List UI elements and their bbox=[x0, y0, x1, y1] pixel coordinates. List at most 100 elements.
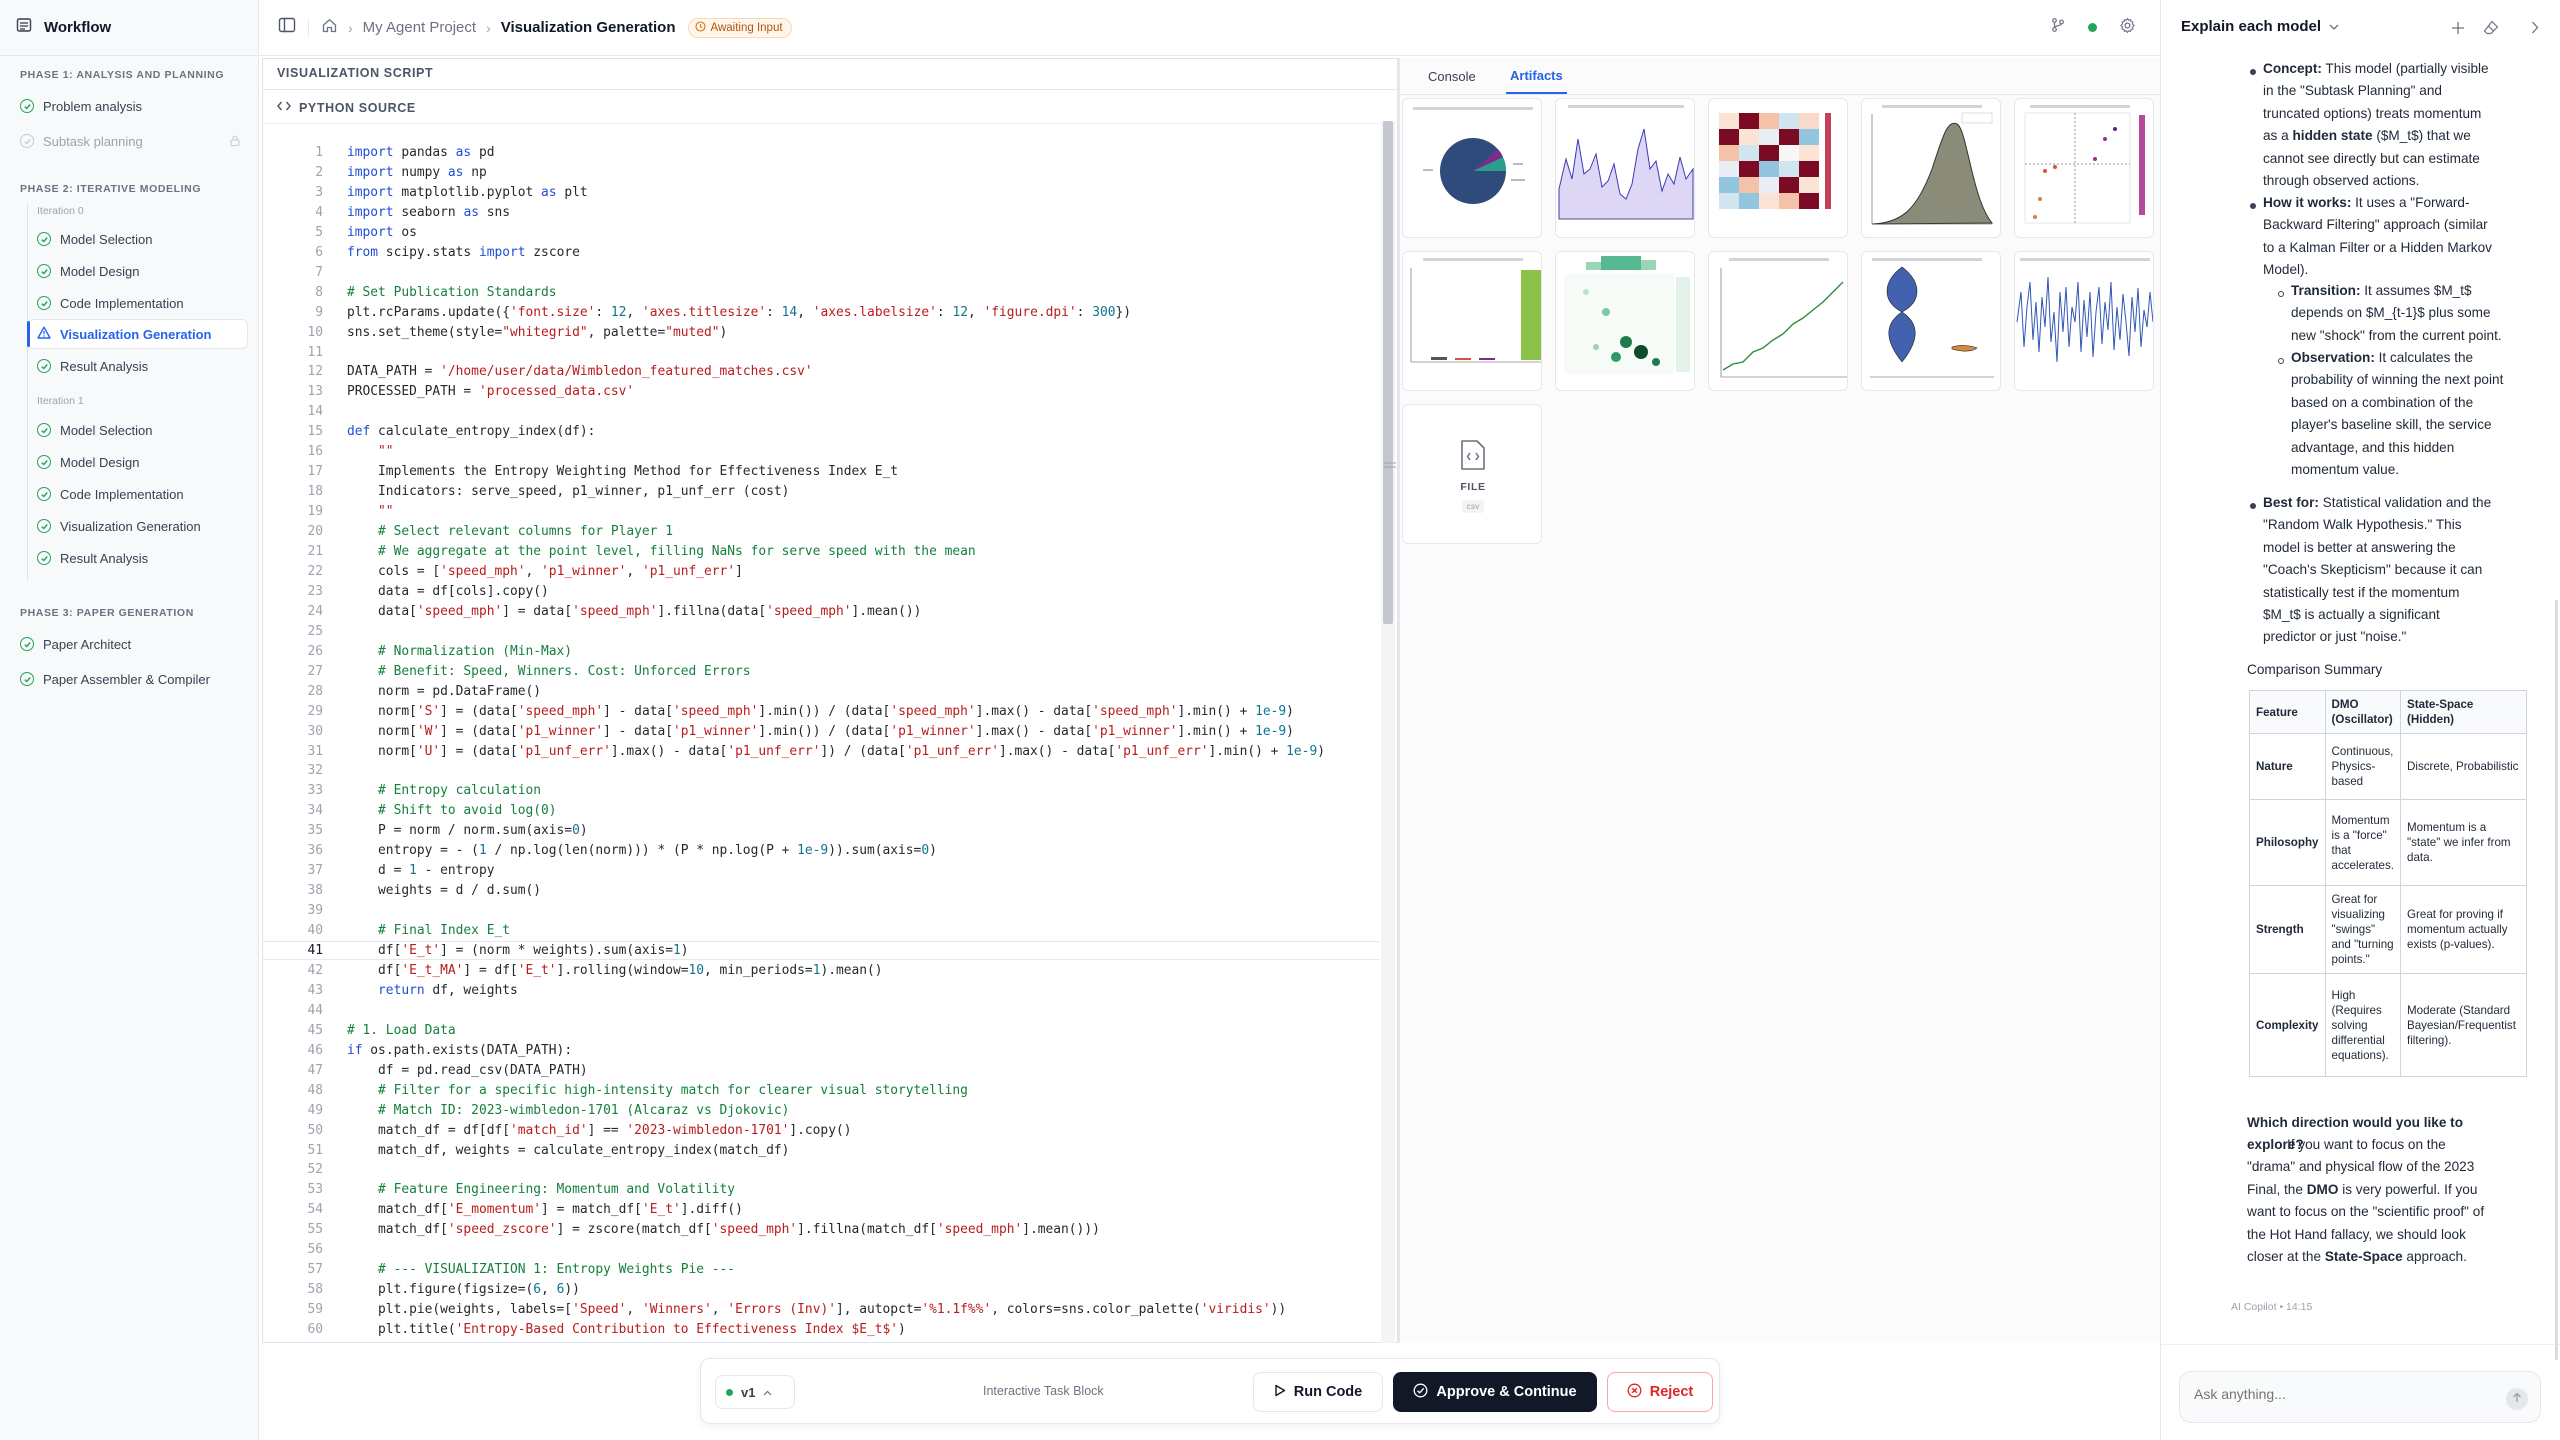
version-selector[interactable]: v1 bbox=[715, 1375, 795, 1409]
artifact-thumbnail-cumulative[interactable] bbox=[1708, 251, 1848, 391]
artifact-thumbnail-scatter[interactable] bbox=[2014, 98, 2154, 238]
reject-button[interactable]: Reject bbox=[1607, 1372, 1713, 1412]
artifact-thumbnail-bar[interactable] bbox=[1402, 251, 1542, 391]
artifact-thumbnail-violin[interactable] bbox=[1861, 251, 2001, 391]
sidebar-item-paper-assembler[interactable]: Paper Assembler & Compiler bbox=[20, 664, 244, 694]
approve-continue-button[interactable]: Approve & Continue bbox=[1393, 1372, 1597, 1412]
code-line[interactable]: plt.figure(figsize=(6, 6)) bbox=[347, 1282, 580, 1297]
code-line[interactable]: # Final Index E_t bbox=[347, 923, 510, 938]
sidebar-item-code-implementation[interactable]: Code Implementation bbox=[37, 479, 247, 509]
code-line[interactable]: cols = ['speed_mph', 'p1_winner', 'p1_un… bbox=[347, 564, 743, 579]
code-line[interactable]: # We aggregate at the point level, filli… bbox=[347, 544, 976, 559]
sidebar-item-model-selection[interactable]: Model Selection bbox=[37, 415, 247, 445]
sidebar-item-model-design[interactable]: Model Design bbox=[37, 256, 247, 286]
artifact-thumbnail-timeseries[interactable] bbox=[2014, 251, 2154, 391]
code-line[interactable]: d = 1 - entropy bbox=[347, 863, 494, 878]
code-line[interactable]: # Select relevant columns for Player 1 bbox=[347, 524, 673, 539]
chat-scrollbar[interactable] bbox=[2555, 600, 2558, 1360]
code-line[interactable]: import os bbox=[347, 225, 417, 240]
code-line[interactable]: match_df['speed_zscore'] = zscore(match_… bbox=[347, 1222, 1100, 1237]
code-line[interactable]: PROCESSED_PATH = 'processed_data.csv' bbox=[347, 384, 634, 399]
code-line[interactable]: return df, weights bbox=[347, 983, 518, 998]
artifact-file-card[interactable]: FILE csv bbox=[1402, 404, 1542, 544]
code-line[interactable]: norm = pd.DataFrame() bbox=[347, 684, 541, 699]
code-line[interactable]: import pandas as pd bbox=[347, 145, 495, 160]
code-area[interactable]: 1 import pandas as pd 2 import numpy as np 3… bbox=[263, 139, 1383, 1344]
sidebar-item-result-analysis[interactable]: Result Analysis bbox=[37, 543, 247, 573]
sidebar-item-subtask-planning[interactable]: Subtask planning bbox=[20, 126, 244, 156]
sidebar-item-code-implementation[interactable]: Code Implementation bbox=[37, 288, 247, 318]
chevron-right-icon[interactable] bbox=[2531, 21, 2539, 39]
editor-scrollbar[interactable] bbox=[1381, 121, 1395, 1343]
branch-icon[interactable] bbox=[2050, 17, 2066, 38]
text: approach. bbox=[2402, 1249, 2467, 1265]
sidebar-item-model-selection[interactable]: Model Selection bbox=[37, 224, 247, 254]
code-line[interactable]: df = pd.read_csv(DATA_PATH) bbox=[347, 1063, 588, 1078]
code-line[interactable]: norm['U'] = (data['p1_unf_err'].max() - … bbox=[347, 744, 1325, 759]
artifact-thumbnail-heatmap[interactable] bbox=[1708, 98, 1848, 238]
sidebar-item-problem-analysis[interactable]: Problem analysis bbox=[20, 91, 244, 121]
code-line[interactable]: import matplotlib.pyplot as plt bbox=[347, 185, 588, 200]
code-line[interactable]: entropy = - (1 / np.log(len(norm))) * (P… bbox=[347, 843, 937, 858]
chat-input-box[interactable] bbox=[2179, 1371, 2541, 1423]
home-icon[interactable] bbox=[321, 17, 338, 39]
code-line[interactable]: from scipy.stats import zscore bbox=[347, 245, 580, 260]
code-line[interactable]: df['E_t_MA'] = df['E_t'].rolling(window=… bbox=[347, 963, 883, 978]
code-line[interactable]: # Match ID: 2023-wimbledon-1701 (Alcaraz… bbox=[347, 1103, 789, 1118]
code-line[interactable]: weights = d / d.sum() bbox=[347, 883, 541, 898]
code-line[interactable]: data = df[cols].copy() bbox=[347, 584, 549, 599]
code-line[interactable]: Indicators: serve_speed, p1_winner, p1_u… bbox=[347, 484, 789, 499]
code-line[interactable]: plt.rcParams.update({'font.size': 12, 'a… bbox=[347, 305, 1131, 320]
chat-title-dropdown[interactable]: Explain each model bbox=[2181, 17, 2339, 35]
code-line[interactable]: # Normalization (Min-Max) bbox=[347, 644, 572, 659]
code-line[interactable]: if os.path.exists(DATA_PATH): bbox=[347, 1043, 572, 1058]
tab-artifacts[interactable]: Artifacts bbox=[1506, 58, 1567, 94]
code-line[interactable]: # Set Publication Standards bbox=[347, 285, 557, 300]
sidebar-item-visualization-generation[interactable]: Visualization Generation bbox=[28, 319, 248, 349]
code-line[interactable]: import numpy as np bbox=[347, 165, 487, 180]
code-line[interactable]: import seaborn as sns bbox=[347, 205, 510, 220]
sidebar-item-model-design[interactable]: Model Design bbox=[37, 447, 247, 477]
code-line[interactable]: DATA_PATH = '/home/user/data/Wimbledon_f… bbox=[347, 364, 813, 379]
sidebar-item-paper-architect[interactable]: Paper Architect bbox=[20, 629, 244, 659]
code-line[interactable]: norm['S'] = (data['speed_mph'] - data['s… bbox=[347, 704, 1294, 719]
plus-icon[interactable] bbox=[2451, 21, 2465, 40]
code-line[interactable]: # Benefit: Speed, Winners. Cost: Unforce… bbox=[347, 664, 751, 679]
run-code-button[interactable]: Run Code bbox=[1253, 1372, 1383, 1412]
code-line[interactable]: match_df, weights = calculate_entropy_in… bbox=[347, 1143, 789, 1158]
code-line[interactable]: df['E_t'] = (norm * weights).sum(axis=1) bbox=[347, 943, 688, 958]
code-line[interactable]: plt.title('Entropy-Based Contribution to… bbox=[347, 1322, 906, 1337]
code-line[interactable]: match_df['E_momentum'] = match_df['E_t']… bbox=[347, 1202, 743, 1217]
code-line[interactable]: # Filter for a specific high-intensity m… bbox=[347, 1083, 968, 1098]
code-line[interactable]: plt.pie(weights, labels=['Speed', 'Winne… bbox=[347, 1302, 1286, 1317]
code-line[interactable]: # Feature Engineering: Momentum and Vola… bbox=[347, 1182, 735, 1197]
code-line[interactable]: sns.set_theme(style="whitegrid", palette… bbox=[347, 325, 727, 340]
sidebar-item-result-analysis[interactable]: Result Analysis bbox=[37, 351, 247, 381]
code-line[interactable]: match_df = df[df['match_id'] == '2023-wi… bbox=[347, 1123, 851, 1138]
code-line[interactable]: # --- VISUALIZATION 1: Entropy Weights P… bbox=[347, 1262, 735, 1277]
editor-scrollbar-thumb[interactable] bbox=[1383, 121, 1393, 624]
code-line[interactable]: Implements the Entropy Weighting Method … bbox=[347, 464, 898, 479]
code-line[interactable]: norm['W'] = (data['p1_winner'] - data['p… bbox=[347, 724, 1294, 739]
code-line[interactable]: # 1. Load Data bbox=[347, 1023, 456, 1038]
eraser-icon[interactable] bbox=[2483, 20, 2499, 40]
artifact-thumbnail-line[interactable] bbox=[1555, 98, 1695, 238]
code-line[interactable]: def calculate_entropy_index(df): bbox=[347, 424, 595, 439]
send-button[interactable] bbox=[2506, 1388, 2528, 1410]
settings-gear-icon[interactable] bbox=[2119, 17, 2136, 39]
sidebar-toggle-icon[interactable] bbox=[278, 16, 296, 39]
sidebar-item-visualization-generation[interactable]: Visualization Generation bbox=[37, 511, 247, 541]
artifact-thumbnail-hexbin[interactable] bbox=[1555, 251, 1695, 391]
code-line[interactable]: "" bbox=[347, 504, 394, 519]
artifact-thumbnail-pie[interactable] bbox=[1402, 98, 1542, 238]
breadcrumb-project[interactable]: My Agent Project bbox=[363, 19, 476, 36]
resize-grip-icon[interactable] bbox=[1384, 456, 1396, 468]
code-line[interactable]: # Shift to avoid log(0) bbox=[347, 803, 557, 818]
code-line[interactable]: "" bbox=[347, 444, 394, 459]
code-line[interactable]: # Entropy calculation bbox=[347, 783, 541, 798]
chat-input[interactable] bbox=[2194, 1386, 2484, 1402]
code-line[interactable]: data['speed_mph'] = data['speed_mph'].fi… bbox=[347, 604, 921, 619]
artifact-thumbnail-density[interactable] bbox=[1861, 98, 2001, 238]
tab-console[interactable]: Console bbox=[1424, 58, 1480, 94]
code-line[interactable]: P = norm / norm.sum(axis=0) bbox=[347, 823, 588, 838]
